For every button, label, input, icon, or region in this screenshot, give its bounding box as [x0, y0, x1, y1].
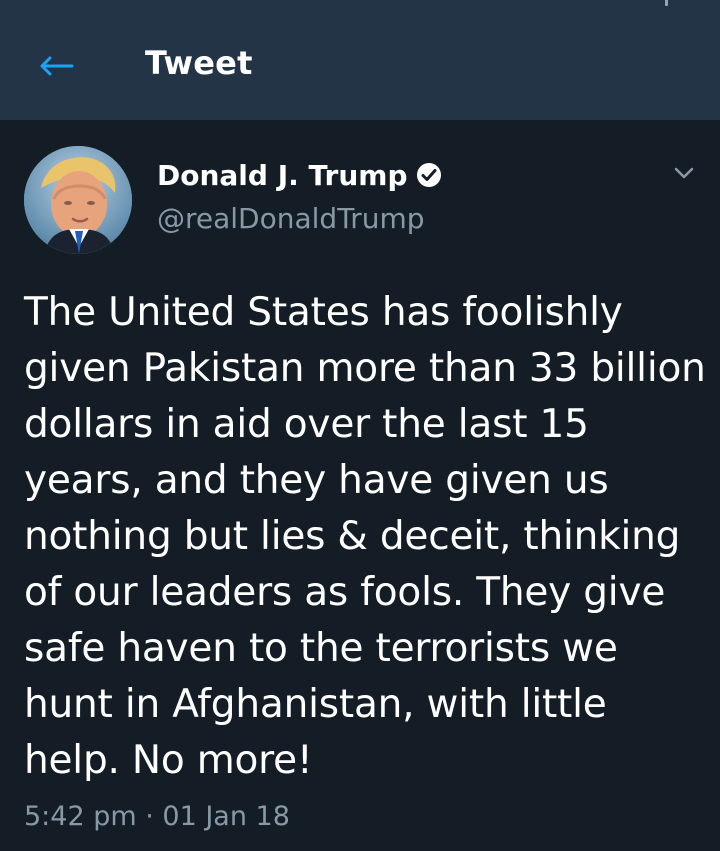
chevron-down-icon	[674, 167, 694, 179]
author-name[interactable]: Donald J. Trump	[157, 159, 407, 192]
tweet-menu-button[interactable]	[664, 159, 704, 187]
back-arrow-icon	[40, 56, 74, 76]
back-button[interactable]	[34, 47, 78, 85]
author-name-row: Donald J. Trump	[157, 158, 443, 192]
verified-badge-icon	[415, 161, 443, 189]
tweet-timestamp: 5:42 pm · 01 Jan 18	[24, 801, 290, 832]
tweet-detail: Donald J. Trump @realDonaldTrump The Uni…	[0, 120, 720, 851]
page-title: Tweet	[145, 44, 253, 82]
author-handle[interactable]: @realDonaldTrump	[157, 202, 425, 235]
top-app-bar: Tweet	[0, 0, 720, 120]
status-indicator	[665, 0, 668, 6]
avatar[interactable]	[24, 146, 132, 254]
profile-avatar	[24, 146, 132, 254]
tweet-text: The United States has foolishly given Pa…	[24, 290, 706, 783]
